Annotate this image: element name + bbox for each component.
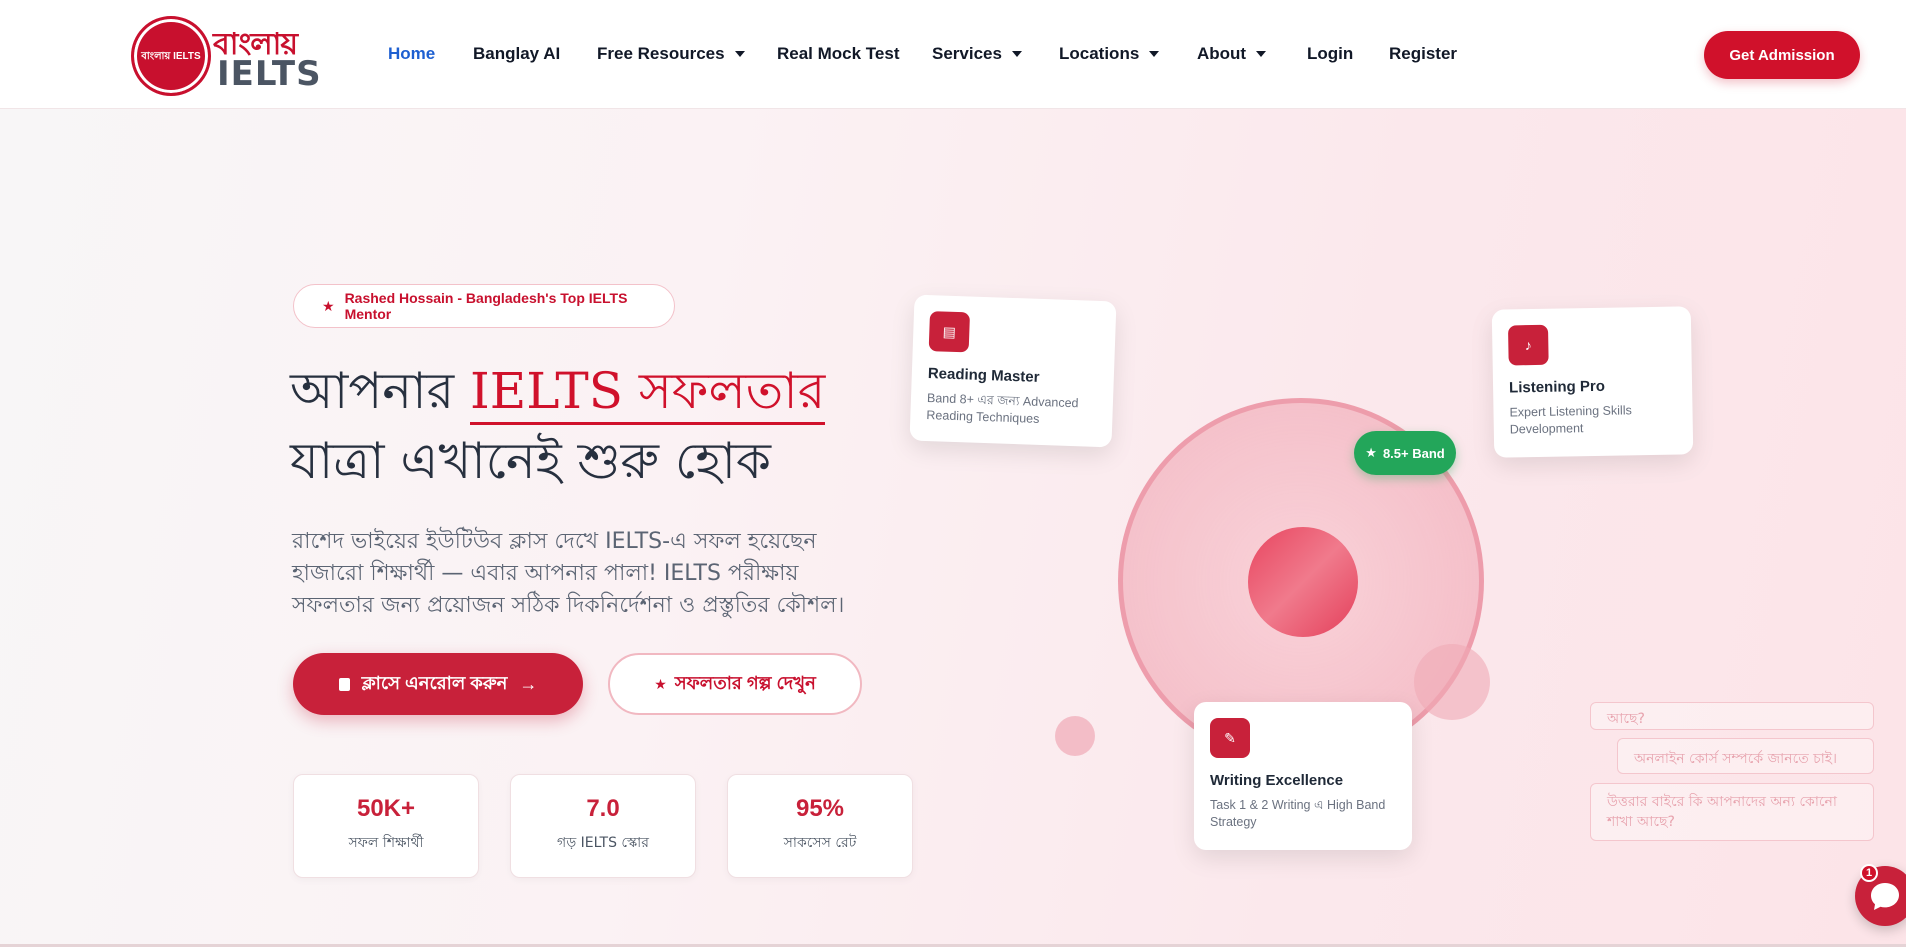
card-title: Reading Master xyxy=(927,365,1040,386)
document-icon xyxy=(338,677,350,691)
music-note-icon: ♪ xyxy=(1508,324,1549,366)
decorative-bubble xyxy=(1055,716,1095,756)
chevron-down-icon xyxy=(1011,51,1022,57)
hero-subtitle: রাশেদ ভাইয়ের ইউটিউব ক্লাস দেখে IELTS-এ … xyxy=(292,529,845,618)
success-stories-label: সফলতার গল্প দেখুন xyxy=(674,672,816,693)
star-icon: ★ xyxy=(654,675,667,692)
band-score-badge: ★ 8.5+ Band xyxy=(1354,431,1456,475)
reading-master-card: ▤ Reading Master Band 8+ এর জন্য Advance… xyxy=(909,294,1117,448)
arrow-right-icon: → xyxy=(519,673,538,694)
star-icon: ★ xyxy=(322,297,335,314)
nav-real-mock-test[interactable]: Real Mock Test xyxy=(777,44,900,64)
nav-services[interactable]: Services xyxy=(932,44,1022,64)
decorative-bubble xyxy=(1414,644,1490,720)
nav-about-label: About xyxy=(1197,44,1247,63)
nav-free-resources-label: Free Resources xyxy=(597,44,725,63)
book-icon: ▤ xyxy=(928,311,971,353)
get-admission-button[interactable]: Get Admission xyxy=(1704,31,1860,79)
star-icon: ★ xyxy=(1365,445,1377,460)
mentor-badge: ★ Rashed Hossain - Bangladesh's Top IELT… xyxy=(293,284,675,328)
card-desc: Band 8+ এর জন্য Advanced Reading Techniq… xyxy=(926,391,1079,426)
nav-locations-label: Locations xyxy=(1059,44,1140,63)
chat-suggestion[interactable]: উত্তরার বাইরে কি আপনাদের অন্য কোনো শাখা … xyxy=(1590,783,1874,841)
hero-title-accent: IELTS সফলতার xyxy=(470,362,826,425)
stat-card-success-rate: 95% সাকসেস রেট xyxy=(727,774,913,878)
hero-title: আপনার IELTS সফলতার যাত্রা এখানেই শুরু হো… xyxy=(290,356,826,496)
card-title: Writing Excellence xyxy=(1210,772,1344,789)
nav-home-label: Home xyxy=(388,44,436,63)
chat-suggestion-text: আছে? xyxy=(1607,711,1645,727)
enroll-class-label: ক্লাসে এনরোল করুন xyxy=(361,672,508,693)
stat-label: গড় IELTS স্কোর xyxy=(557,835,649,851)
nav-register-label: Register xyxy=(1389,44,1458,63)
stat-value: 95% xyxy=(795,795,845,822)
hero-section: ★ Rashed Hossain - Bangladesh's Top IELT… xyxy=(0,108,1906,947)
stat-card-students: 50K+ সফল শিক্ষার্থী xyxy=(293,774,479,878)
listening-pro-card: ♪ Listening Pro Expert Listening Skills … xyxy=(1491,306,1694,458)
logo-emblem-text: বাংলায় IELTS xyxy=(141,50,201,62)
chat-notification-badge: 1 xyxy=(1860,864,1878,882)
stat-card-score: 7.0 গড় IELTS স্কোর xyxy=(510,774,696,878)
stat-value: 7.0 xyxy=(586,795,620,822)
band-score-text: 8.5+ Band xyxy=(1382,445,1445,461)
logo-text-bottom: IELTS xyxy=(217,54,322,94)
nav-register[interactable]: Register xyxy=(1389,44,1457,64)
nav-about[interactable]: About xyxy=(1197,44,1267,64)
nav-locations[interactable]: Locations xyxy=(1059,44,1160,64)
site-header: বাংলায় IELTS বাংলায় IELTS Home Banglay… xyxy=(0,0,1906,109)
chevron-down-icon xyxy=(1256,51,1267,57)
card-title: Listening Pro xyxy=(1508,377,1606,397)
nav-banglay-ai-label: Banglay AI xyxy=(473,44,561,63)
enroll-class-button[interactable]: ক্লাসে এনরোল করুন → xyxy=(293,653,583,715)
nav-free-resources[interactable]: Free Resources xyxy=(597,44,745,64)
mentor-badge-text: Rashed Hossain - Bangladesh's Top IELTS … xyxy=(344,290,628,322)
stat-label: সাকসেস রেট xyxy=(783,835,857,851)
hero-title-line2: যাত্রা এখানেই শুরু হোক xyxy=(290,432,771,490)
chat-suggestion[interactable]: আছে? xyxy=(1590,702,1874,730)
nav-home[interactable]: Home xyxy=(388,44,435,64)
success-stories-button[interactable]: ★ সফলতার গল্প দেখুন xyxy=(608,653,862,715)
nav-real-mock-test-label: Real Mock Test xyxy=(777,44,900,63)
nav-services-label: Services xyxy=(932,44,1002,63)
chevron-down-icon xyxy=(734,51,745,57)
nav-banglay-ai[interactable]: Banglay AI xyxy=(473,44,560,64)
card-desc: Expert Listening Skills Development xyxy=(1509,403,1632,437)
brand-logo[interactable]: বাংলায় IELTS বাংলায় IELTS xyxy=(131,16,321,96)
chevron-down-icon xyxy=(1149,51,1160,57)
chat-suggestion-text: অনলাইন কোর্স সম্পর্কে জানতে চাই। xyxy=(1634,751,1838,767)
chat-suggestion[interactable]: অনলাইন কোর্স সম্পর্কে জানতে চাই। xyxy=(1617,738,1874,774)
chat-suggestion-text: উত্তরার বাইরে কি আপনাদের অন্য কোনো শাখা … xyxy=(1607,794,1837,830)
pencil-icon: ✎ xyxy=(1210,718,1250,758)
card-desc: Task 1 & 2 Writing এ High Band Strategy xyxy=(1210,798,1386,829)
logo-emblem: বাংলায় IELTS xyxy=(131,16,211,96)
stat-value: 50K+ xyxy=(356,795,416,822)
nav-login[interactable]: Login xyxy=(1307,44,1353,64)
stat-label: সফল শিক্ষার্থী xyxy=(348,835,424,851)
hero-title-part1: আপনার xyxy=(290,362,471,420)
orbit-core xyxy=(1248,527,1358,637)
writing-excellence-card: ✎ Writing Excellence Task 1 & 2 Writing … xyxy=(1194,702,1412,850)
nav-login-label: Login xyxy=(1307,44,1354,63)
